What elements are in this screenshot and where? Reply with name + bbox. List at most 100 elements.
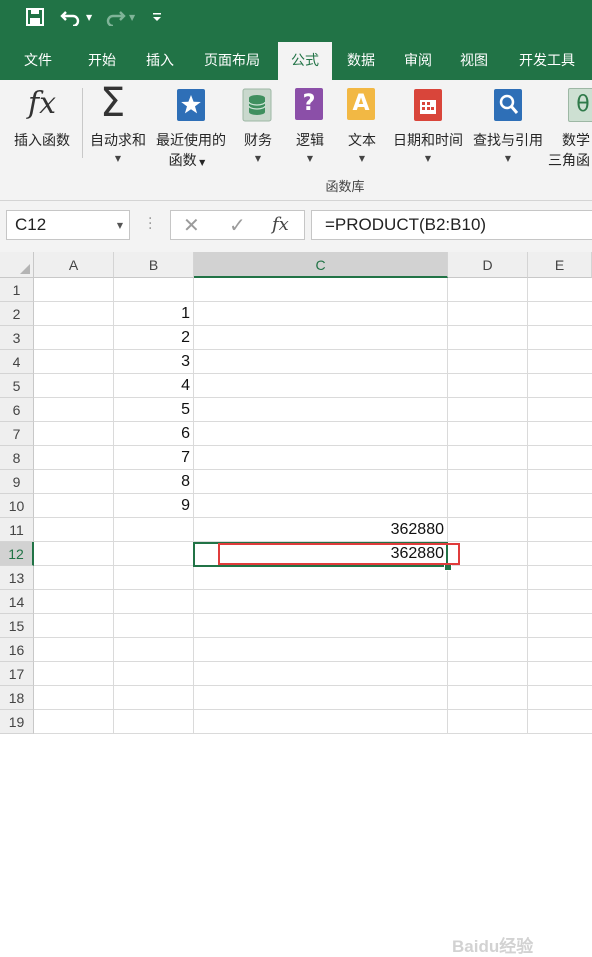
grid-line — [34, 613, 592, 614]
function-library-group-label: 函数库 — [325, 180, 365, 195]
recently-used-label-2: 函数 ▼ — [168, 153, 206, 169]
undo-dropdown-icon[interactable]: ▼ — [86, 13, 92, 22]
recently-used-icon — [176, 88, 206, 126]
chevron-down-icon[interactable]: ▼ — [117, 221, 123, 230]
tab-formulas[interactable]: 公式 — [278, 42, 332, 80]
recently-used-label-1: 最近使用的 — [156, 133, 226, 149]
row-header-15[interactable]: 15 — [0, 614, 34, 638]
row-header-2[interactable]: 2 — [0, 302, 34, 326]
row-header-11[interactable]: 11 — [0, 518, 34, 542]
recently-used-button[interactable]: 最近使用的 函数 ▼ — [152, 80, 230, 170]
cell-b10[interactable]: 9 — [114, 494, 190, 518]
cell-b9[interactable]: 8 — [114, 470, 190, 494]
ribbon-separator — [82, 88, 83, 158]
column-header-c[interactable]: C — [194, 252, 448, 278]
logical-button[interactable]: ? 逻辑 ▼ — [288, 80, 332, 170]
ribbon-formulas: fx 插入函数 Σ 自动求和 ▼ 最近使用的 函数 ▼ 财务 ▼ ? 逻辑 ▼ … — [0, 80, 592, 201]
insert-function-fx-icon[interactable]: fx — [272, 214, 289, 235]
column-header-a[interactable]: A — [34, 252, 114, 278]
cell-b2[interactable]: 1 — [114, 302, 190, 326]
row-header-1[interactable]: 1 — [0, 278, 34, 302]
row-header-6[interactable]: 6 — [0, 398, 34, 422]
formula-bar: C12 ▼ · · · ✕ ✓ fx =PRODUCT(B2:B10) — [0, 201, 592, 252]
row-header-7[interactable]: 7 — [0, 422, 34, 446]
autosum-label: 自动求和 — [90, 133, 146, 149]
enter-icon[interactable]: ✓ — [229, 213, 246, 237]
grid-line — [34, 661, 592, 662]
text-functions-button[interactable]: A 文本 ▼ — [340, 80, 384, 170]
select-all-button[interactable] — [0, 252, 34, 278]
customize-qat-icon[interactable] — [152, 12, 162, 22]
column-header-b[interactable]: B — [114, 252, 194, 278]
ribbon-tabs: 文件 开始 插入 页面布局 公式 数据 审阅 视图 开发工具 — [0, 42, 592, 80]
redo-icon[interactable] — [104, 8, 126, 26]
tab-page-layout[interactable]: 页面布局 — [194, 42, 270, 80]
name-box[interactable]: C12 ▼ — [6, 210, 130, 240]
lookup-reference-button[interactable]: 查找与引用 ▼ — [468, 80, 548, 170]
cell-b8[interactable]: 7 — [114, 446, 190, 470]
tab-file[interactable]: 文件 — [10, 42, 66, 80]
save-icon[interactable] — [26, 8, 44, 26]
grid-line — [527, 278, 528, 734]
row-header-5[interactable]: 5 — [0, 374, 34, 398]
tab-review[interactable]: 审阅 — [390, 42, 446, 80]
redo-dropdown-icon[interactable]: ▼ — [129, 13, 135, 22]
tab-view[interactable]: 视图 — [446, 42, 502, 80]
row-header-19[interactable]: 19 — [0, 710, 34, 734]
grid-line — [193, 278, 194, 734]
cell-b5[interactable]: 4 — [114, 374, 190, 398]
row-header-17[interactable]: 17 — [0, 662, 34, 686]
row-header-3[interactable]: 3 — [0, 326, 34, 350]
financial-button[interactable]: 财务 ▼ — [236, 80, 280, 170]
tab-home[interactable]: 开始 — [74, 42, 130, 80]
date-time-button[interactable]: 日期和时间 ▼ — [388, 80, 468, 170]
column-header-d[interactable]: D — [448, 252, 528, 278]
lookup-label: 查找与引用 — [473, 133, 543, 149]
text-icon: A — [347, 88, 375, 120]
logical-icon: ? — [295, 88, 323, 120]
tab-developer[interactable]: 开发工具 — [506, 42, 588, 80]
row-header-4[interactable]: 4 — [0, 350, 34, 374]
cell-c11[interactable]: 362880 — [194, 518, 444, 542]
math-icon: θ — [568, 88, 592, 122]
row-header-16[interactable]: 16 — [0, 638, 34, 662]
text-label: 文本 — [348, 133, 376, 149]
grid-line — [34, 589, 592, 590]
logical-label: 逻辑 — [296, 133, 324, 149]
grid-line — [447, 278, 448, 734]
watermark: Baidu经验 — [452, 937, 534, 956]
formula-input[interactable]: =PRODUCT(B2:B10) — [311, 210, 592, 240]
insert-function-label: 插入函数 — [14, 133, 70, 149]
formula-text: =PRODUCT(B2:B10) — [325, 215, 487, 234]
insert-function-button[interactable]: fx 插入函数 — [6, 80, 78, 160]
financial-icon — [242, 88, 274, 126]
row-header-12[interactable]: 12 — [0, 542, 34, 566]
chevron-down-icon: ▼ — [504, 154, 512, 163]
highlight-annotation — [218, 543, 460, 565]
lookup-icon — [493, 88, 523, 126]
row-header-9[interactable]: 9 — [0, 470, 34, 494]
math-trig-button[interactable]: θ 数学 三角函 — [548, 80, 592, 170]
row-header-13[interactable]: 13 — [0, 566, 34, 590]
chevron-down-icon: ▼ — [424, 154, 432, 163]
date-time-label: 日期和时间 — [393, 133, 463, 149]
row-header-8[interactable]: 8 — [0, 446, 34, 470]
tab-data[interactable]: 数据 — [334, 42, 388, 80]
spreadsheet-grid[interactable]: A B C D E 1 2 3 4 5 6 7 8 9 10 11 12 13 … — [0, 252, 592, 956]
autosum-button[interactable]: Σ 自动求和 ▼ — [86, 80, 150, 170]
cell-b3[interactable]: 2 — [114, 326, 190, 350]
row-header-18[interactable]: 18 — [0, 686, 34, 710]
row-header-10[interactable]: 10 — [0, 494, 34, 518]
sigma-icon: Σ — [100, 80, 126, 126]
name-box-value: C12 — [15, 215, 47, 234]
row-header-14[interactable]: 14 — [0, 590, 34, 614]
title-bar: ▼ ▼ — [0, 0, 592, 42]
cell-b4[interactable]: 3 — [114, 350, 190, 374]
tab-insert[interactable]: 插入 — [132, 42, 188, 80]
cell-b7[interactable]: 6 — [114, 422, 190, 446]
cell-b6[interactable]: 5 — [114, 398, 190, 422]
cancel-icon[interactable]: ✕ — [183, 213, 200, 237]
column-header-e[interactable]: E — [528, 252, 592, 278]
undo-icon[interactable] — [60, 8, 82, 26]
resize-handle[interactable]: · · · — [148, 212, 152, 236]
